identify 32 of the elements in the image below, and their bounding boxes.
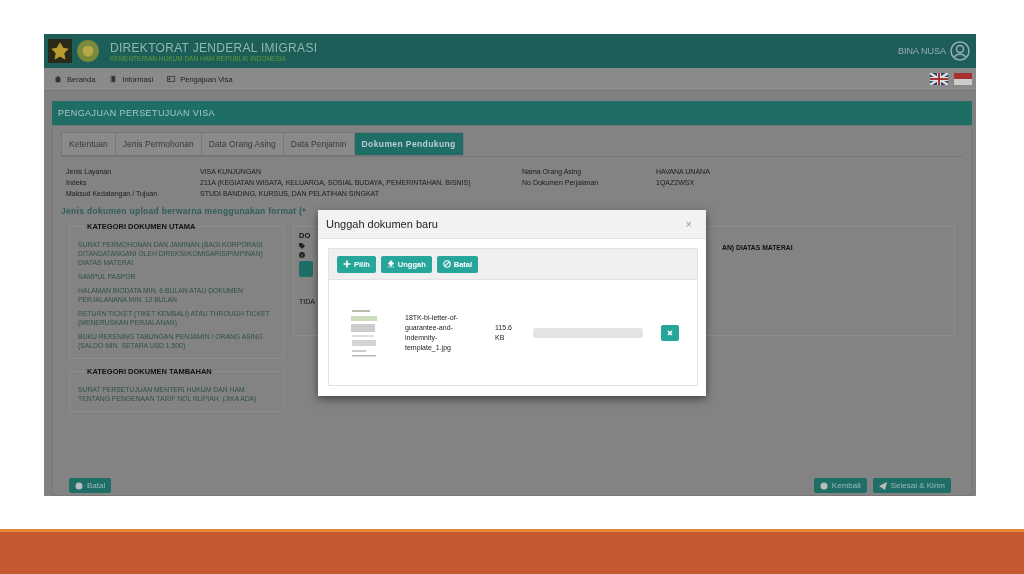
format-note: Jenis dokumen upload berwarna menggunakan format (* [61,206,307,216]
close-icon [666,328,674,337]
tab[interactable]: Data Penjamin [282,132,355,156]
user-name[interactable]: BINA NUSA [898,46,946,56]
tab[interactable]: Ketentuan [61,132,116,156]
remove-file-button[interactable] [661,324,679,341]
tab[interactable]: Data Orang Asing [200,132,284,156]
send-icon [878,481,887,490]
tag-icon [299,243,305,249]
circle-icon [819,481,828,490]
tab[interactable]: Dokumen Pendukung [353,132,464,156]
upload-icon [386,260,395,268]
footer-button[interactable]: Batal [69,478,112,493]
emblem-icon [76,39,100,63]
avatar-icon[interactable] [950,41,970,61]
footer-button[interactable]: Kembali [813,478,867,493]
cancel-icon [442,260,451,268]
id-card-icon [167,75,176,83]
close-button[interactable]: × [679,217,698,231]
indonesia-flag-icon[interactable] [954,73,972,85]
emblem-icon [48,39,72,63]
footer-button[interactable]: Selesai & Kirim [872,478,951,493]
panel-title: PENGAJUAN PERSETUJUAN VISA [58,108,215,118]
site-title: DIREKTORAT JENDERAL IMIGRASI [110,40,318,55]
tab[interactable]: Jenis Permohonan [114,132,202,156]
info-icon [299,252,305,258]
home-icon [54,75,62,83]
dialog-title: Unggah dokumen baru [326,218,438,230]
book-icon [109,75,118,83]
uk-flag-icon[interactable] [930,73,948,85]
circle-icon [75,481,83,490]
plus-icon [343,260,351,268]
